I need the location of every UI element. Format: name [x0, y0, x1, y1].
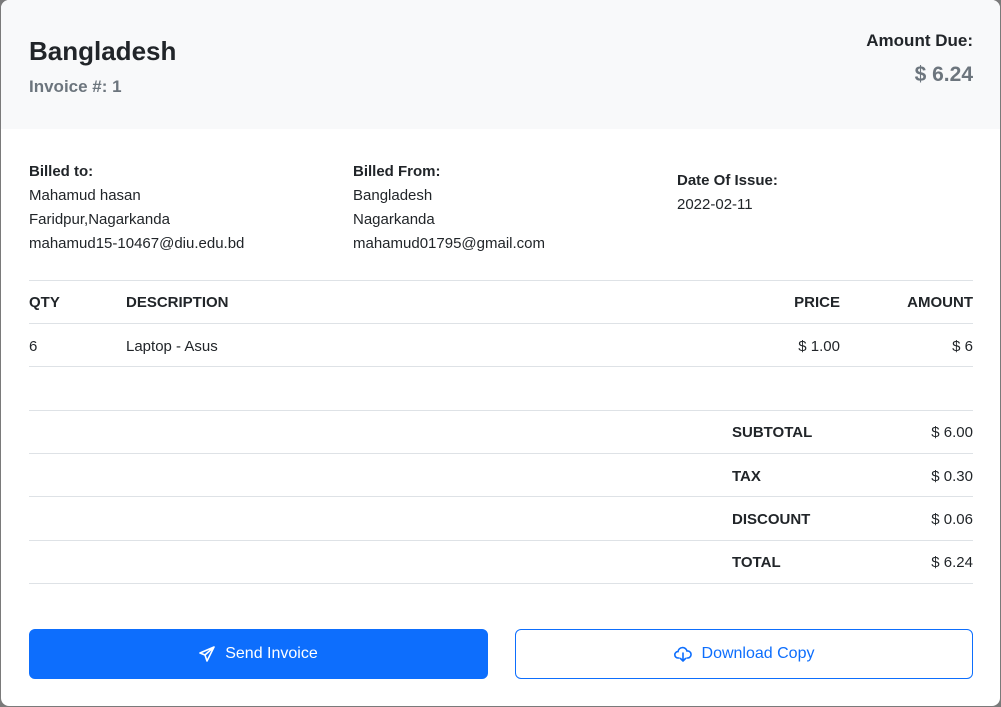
subtotal-label: SUBTOTAL — [732, 424, 813, 441]
billed-from-email: mahamud01795@gmail.com — [353, 235, 545, 252]
divider — [29, 496, 973, 497]
invoice-modal: Bangladesh Invoice #: 1 Amount Due: $ 6.… — [1, 0, 1000, 706]
discount-label: DISCOUNT — [732, 511, 811, 528]
subtotal-value: $ 6.00 — [931, 424, 973, 441]
send-invoice-button[interactable]: Send Invoice — [29, 629, 488, 679]
row-price: $ 1.00 — [798, 338, 840, 355]
divider — [29, 410, 973, 411]
billed-to-label: Billed to: — [29, 163, 94, 180]
discount-value: $ 0.06 — [931, 511, 973, 528]
column-header-qty: QTY — [29, 294, 60, 311]
invoice-title: Bangladesh — [29, 36, 177, 66]
row-description: Laptop - Asus — [126, 338, 218, 355]
download-copy-label: Download Copy — [701, 645, 815, 662]
invoice-number: Invoice #: 1 — [29, 77, 122, 96]
billed-from-label: Billed From: — [353, 163, 441, 180]
issue-date-label: Date Of Issue: — [677, 172, 778, 189]
divider — [29, 280, 973, 281]
billed-from-address: Nagarkanda — [353, 211, 435, 228]
column-header-description: DESCRIPTION — [126, 294, 229, 311]
issue-date-value: 2022-02-11 — [677, 196, 753, 213]
cloud-download-icon — [673, 646, 692, 662]
column-header-amount: AMOUNT — [907, 294, 973, 311]
tax-value: $ 0.30 — [931, 468, 973, 485]
amount-due-value: $ 6.24 — [914, 63, 973, 86]
divider — [29, 540, 973, 541]
divider — [29, 453, 973, 454]
total-label: TOTAL — [732, 554, 781, 571]
tax-label: TAX — [732, 468, 761, 485]
column-header-price: PRICE — [794, 294, 840, 311]
billed-to-address: Faridpur,Nagarkanda — [29, 211, 170, 228]
billed-to-block: Billed to: Mahamud hasan Faridpur,Nagark… — [29, 160, 244, 256]
total-value: $ 6.24 — [931, 554, 973, 571]
divider — [29, 583, 973, 584]
download-copy-button[interactable]: Download Copy — [515, 629, 973, 679]
divider — [29, 366, 973, 367]
amount-due-label: Amount Due: — [866, 31, 973, 50]
invoice-header: Bangladesh Invoice #: 1 Amount Due: $ 6.… — [1, 0, 1000, 129]
row-amount: $ 6 — [952, 338, 973, 355]
send-invoice-label: Send Invoice — [225, 645, 318, 662]
divider — [29, 323, 973, 324]
billed-from-name: Bangladesh — [353, 187, 433, 204]
row-qty: 6 — [29, 338, 38, 355]
billed-from-block: Billed From: Bangladesh Nagarkanda maham… — [353, 160, 545, 256]
billed-to-name: Mahamud hasan — [29, 187, 141, 204]
send-icon — [199, 646, 216, 662]
billed-to-email: mahamud15-10467@diu.edu.bd — [29, 235, 245, 252]
issue-date-block: Date Of Issue: 2022-02-11 — [677, 169, 778, 217]
